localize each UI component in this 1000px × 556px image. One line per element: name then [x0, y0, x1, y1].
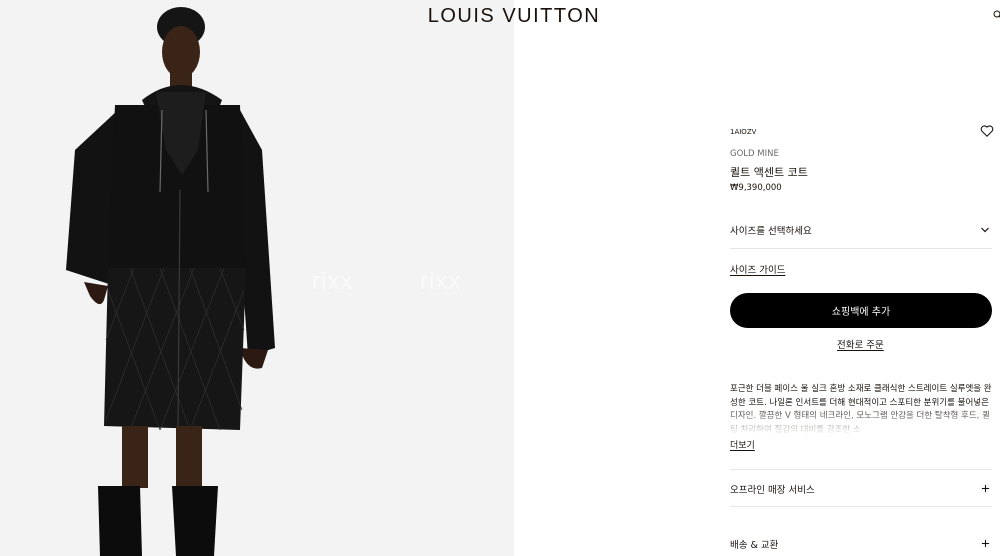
heart-icon[interactable] — [980, 124, 994, 138]
add-to-bag-button[interactable]: 쇼핑백에 추가 — [730, 293, 992, 328]
read-more-link[interactable]: 더보기 — [730, 438, 755, 451]
accordion-delivery-returns[interactable]: 배송 & 교환 — [730, 506, 992, 551]
product-reference: 1AIOZV — [730, 128, 757, 136]
accordion-label: 배송 & 교환 — [730, 540, 779, 551]
plus-icon — [981, 539, 990, 548]
product-price: ₩9,390,000 — [730, 183, 782, 193]
site-header: LOUIS VUITTON — [0, 0, 1000, 34]
plus-icon — [981, 484, 990, 493]
watermark: rixx — [312, 268, 354, 295]
brand-logo[interactable]: LOUIS VUITTON — [0, 5, 1000, 28]
search-icon[interactable] — [993, 10, 1000, 20]
order-by-phone-link[interactable]: 전화로 주문 — [837, 337, 884, 351]
chevron-down-icon — [981, 227, 989, 233]
description-fade — [730, 405, 992, 435]
accordion-store-services[interactable]: 오프라인 매장 서비스 — [730, 469, 992, 506]
accordion-label: 오프라인 매장 서비스 — [730, 485, 815, 496]
size-guide-link[interactable]: 사이즈 가이드 — [730, 262, 785, 276]
product-image[interactable]: rixx rixx — [0, 0, 514, 556]
size-selector[interactable]: 사이즈를 선택하세요 — [730, 216, 992, 249]
size-selector-label: 사이즈를 선택하세요 — [730, 226, 812, 237]
collection-name: GOLD MINE — [730, 149, 779, 159]
watermark: rixx — [420, 268, 462, 295]
product-name: 퀼트 액센트 코트 — [730, 166, 808, 179]
